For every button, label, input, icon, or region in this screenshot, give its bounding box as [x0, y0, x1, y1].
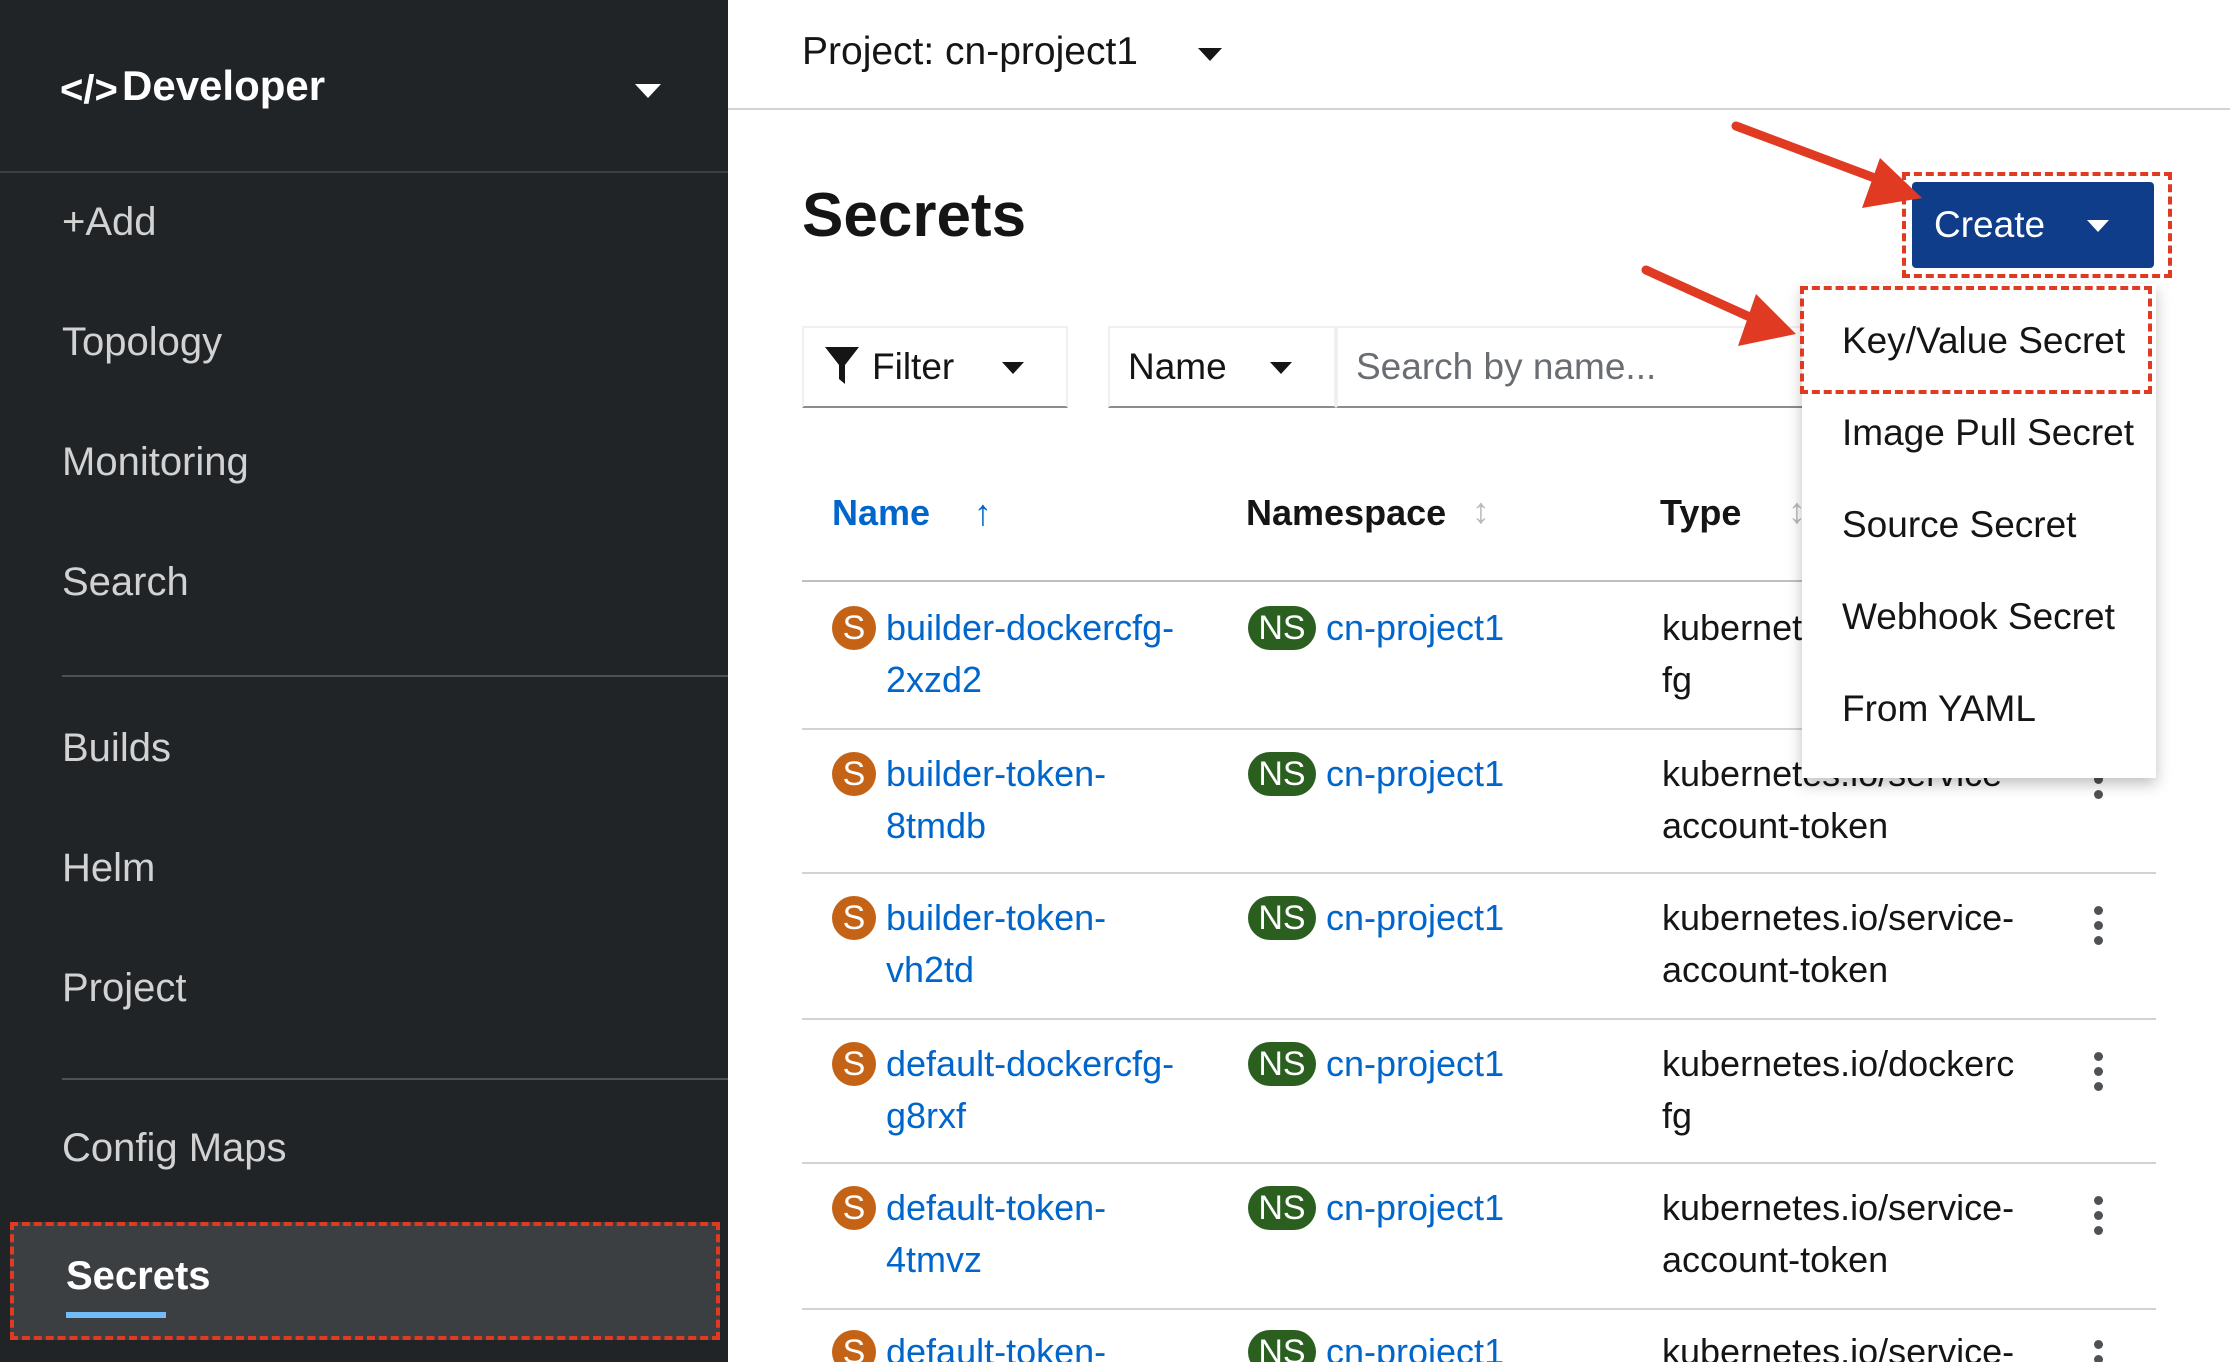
project-bar: Project: cn-project1: [728, 0, 2230, 110]
sidebar-item-label: Secrets: [66, 1254, 211, 1298]
secret-type: account-token: [1662, 949, 1889, 990]
secret-badge: S: [832, 752, 876, 796]
secret-name-link[interactable]: 8tmdb: [886, 800, 986, 852]
sidebar-item-secrets[interactable]: Secrets: [10, 1222, 720, 1340]
code-icon: </>: [60, 68, 118, 112]
namespace-badge: NS: [1248, 1186, 1316, 1230]
sidebar-item-config-maps[interactable]: Config Maps: [62, 1126, 287, 1171]
secret-type: kubernet: [1662, 607, 1803, 648]
secret-badge: S: [832, 1186, 876, 1230]
row-divider: [802, 1308, 2156, 1310]
namespace-badge: NS: [1248, 896, 1316, 940]
annotation-highlight: [1800, 286, 2152, 394]
sort-ascending-icon[interactable]: ↑: [974, 492, 992, 534]
column-header-name[interactable]: Name: [832, 492, 930, 534]
secret-badge: S: [832, 1042, 876, 1086]
sidebar-item-monitoring[interactable]: Monitoring: [62, 440, 249, 485]
secret-type: account-token: [1662, 1239, 1889, 1280]
annotation-arrow: [1731, 121, 1922, 208]
filter-icon: [825, 347, 859, 384]
row-divider: [802, 1018, 2156, 1020]
secret-name-link[interactable]: builder-dockercfg-: [886, 602, 1174, 654]
annotation-arrow: [1641, 265, 1796, 346]
perspective-switcher[interactable]: </> Developer: [0, 0, 728, 173]
secret-name-link[interactable]: vh2td: [886, 944, 974, 996]
caret-down-icon: [635, 84, 661, 98]
caret-down-icon: [1002, 362, 1024, 374]
namespace-link[interactable]: cn-project1: [1326, 1182, 1504, 1234]
secret-name-link[interactable]: 4tmvz: [886, 1234, 982, 1286]
secret-badge: S: [832, 1330, 876, 1362]
filter-dropdown[interactable]: Filter: [802, 326, 1068, 408]
secret-type: kubernetes.io/service-: [1662, 897, 2015, 938]
perspective-label: Developer: [122, 62, 326, 109]
kebab-menu-icon[interactable]: [2094, 1340, 2104, 1362]
secret-badge: S: [832, 606, 876, 650]
menu-item-image-pull-secret[interactable]: Image Pull Secret: [1842, 412, 2134, 454]
row-divider: [802, 872, 2156, 874]
caret-down-icon[interactable]: [1198, 48, 1222, 61]
secret-name-link[interactable]: default-token-: [886, 1326, 1106, 1362]
project-selector[interactable]: Project: cn-project1: [802, 30, 1138, 74]
namespace-link[interactable]: cn-project1: [1326, 892, 1504, 944]
column-header-namespace[interactable]: Namespace: [1246, 492, 1446, 534]
search-field-select[interactable]: Name: [1108, 326, 1336, 408]
filter-label: Filter: [872, 346, 955, 387]
menu-item-source-secret[interactable]: Source Secret: [1842, 504, 2076, 546]
secret-name-link[interactable]: builder-token-: [886, 748, 1106, 800]
row-divider: [802, 1162, 2156, 1164]
sidebar-item-add[interactable]: +Add: [62, 200, 157, 245]
namespace-badge: NS: [1248, 606, 1316, 650]
secret-name-link[interactable]: default-dockercfg-: [886, 1038, 1174, 1090]
secret-type: kubernetes.io/service-: [1662, 1331, 2015, 1362]
secret-name-link[interactable]: builder-token-: [886, 892, 1106, 944]
menu-item-webhook-secret[interactable]: Webhook Secret: [1842, 596, 2115, 638]
page-title: Secrets: [802, 181, 1027, 250]
namespace-badge: NS: [1248, 1330, 1316, 1362]
annotation-highlight: [1902, 172, 2172, 278]
secret-name-link[interactable]: 2xzd2: [886, 654, 982, 706]
kebab-menu-icon[interactable]: [2094, 906, 2104, 951]
namespace-badge: NS: [1248, 752, 1316, 796]
secret-type: kubernetes.io/service-: [1662, 1187, 2015, 1228]
secret-name-link[interactable]: g8rxf: [886, 1090, 966, 1142]
secret-name-link[interactable]: default-token-: [886, 1182, 1106, 1234]
namespace-link[interactable]: cn-project1: [1326, 1038, 1504, 1090]
menu-item-from-yaml[interactable]: From YAML: [1842, 688, 2036, 730]
sidebar-divider: [62, 675, 728, 677]
sidebar-item-helm[interactable]: Helm: [62, 846, 155, 891]
sidebar-item-search[interactable]: Search: [62, 560, 189, 605]
sidebar-item-topology[interactable]: Topology: [62, 320, 222, 365]
namespace-link[interactable]: cn-project1: [1326, 1326, 1504, 1362]
sort-icon[interactable]: ↕: [1472, 490, 1490, 532]
kebab-menu-icon[interactable]: [2094, 1052, 2104, 1097]
secret-type: account-token: [1662, 805, 1889, 846]
search-field-label: Name: [1128, 346, 1227, 387]
sidebar-divider: [62, 1078, 728, 1080]
secret-type: fg: [1662, 1095, 1693, 1136]
secret-type: kubernetes.io/dockerc: [1662, 1043, 2015, 1084]
namespace-link[interactable]: cn-project1: [1326, 748, 1504, 800]
namespace-badge: NS: [1248, 1042, 1316, 1086]
kebab-menu-icon[interactable]: [2094, 1196, 2104, 1241]
secret-badge: S: [832, 896, 876, 940]
column-header-type[interactable]: Type: [1660, 492, 1741, 534]
active-indicator: [66, 1312, 166, 1318]
caret-down-icon: [1270, 362, 1292, 374]
sidebar-item-builds[interactable]: Builds: [62, 726, 171, 771]
sidebar-item-project[interactable]: Project: [62, 966, 187, 1011]
secret-type: fg: [1662, 659, 1693, 700]
namespace-link[interactable]: cn-project1: [1326, 602, 1504, 654]
sidebar: </> Developer +Add Topology Monitoring S…: [0, 0, 728, 1362]
